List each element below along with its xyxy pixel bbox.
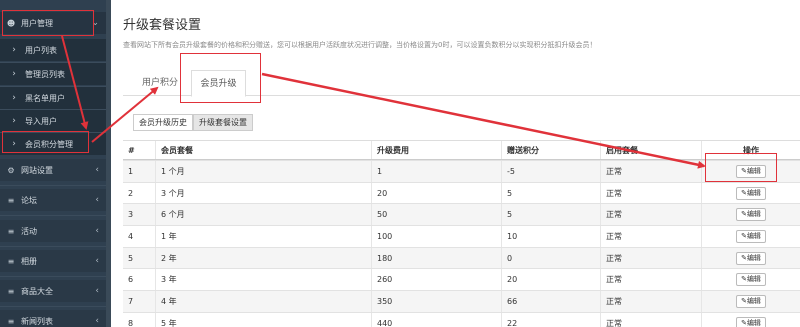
- annotation-arrow: [261, 72, 706, 169]
- annotation-arrow: [61, 35, 89, 130]
- annotation-arrow: [91, 86, 159, 143]
- annotation-arrows: [61, 35, 706, 169]
